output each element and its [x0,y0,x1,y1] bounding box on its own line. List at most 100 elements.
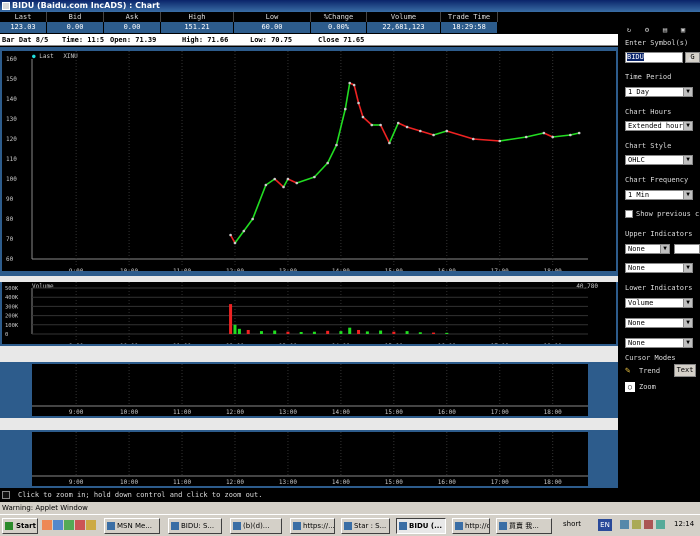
start-button[interactable]: Start [2,518,38,534]
upper-indicators-label: Upper Indicators [625,230,693,238]
price-chart[interactable]: ● Last XINU 60 70 80 90 100 110 120 130 140 150 16… [2,51,616,271]
refresh-icon[interactable]: ↻ [624,26,634,34]
upper-indicator-select-2[interactable]: None ▼ [625,263,693,273]
app-icon [293,522,301,530]
taskbar-item[interactable]: MSN Me... [104,518,160,534]
price-segment [446,130,474,140]
quicklaunch-folder-icon[interactable] [86,520,96,530]
quicklaunch-app-icon[interactable] [75,520,85,530]
lower-chart-1[interactable]: 9:00 10:00 11:00 12:00 13:00 14:00 15:00 16:00 1… [32,364,588,416]
lower1-x-tick-label: 11:00 [173,409,191,416]
window-title-bar[interactable]: BIDU (Baidu.com IncADS) : Chart [0,0,700,12]
upper-indicator-param-input[interactable] [674,244,700,254]
price-x-tick-label: 9:00 [69,268,84,271]
print-icon[interactable]: ▤ [660,26,670,34]
taskbar-item[interactable]: BIDU (... [396,518,446,534]
volume-chart[interactable]: Volume 40,780 500K400K300K200K100K09:001… [2,282,616,344]
chart-style-select[interactable]: OHLC ▼ [625,155,693,165]
price-point [445,129,449,133]
price-point [229,233,232,237]
price-segment [251,184,267,220]
app-icon [171,522,179,530]
time-period-select[interactable]: 1 Day ▼ [625,87,693,97]
lower2-x-tick-label: 9:00 [69,479,84,486]
price-point [313,175,316,179]
lower1-x-tick-label: 9:00 [69,409,84,416]
chart-hours-select[interactable]: Extended hours ▼ [625,121,693,131]
tray-messenger-icon[interactable] [656,520,665,529]
quote-header: Last [0,12,47,22]
volume-bar [237,328,241,334]
upper-indicator-select-1[interactable]: None ▼ [625,244,670,254]
taskbar-item[interactable]: https://... [290,518,335,534]
chart-style-label: Chart Style [625,142,672,150]
lower-chart-2[interactable]: 9:00 10:00 11:00 12:00 13:00 14:00 15:00 16:00 1… [32,432,588,486]
price-x-tick-label: 18:00 [544,268,562,271]
price-x-tick-label: 17:00 [491,268,509,271]
quicklaunch-messenger-icon[interactable] [64,520,74,530]
tray-volume-icon[interactable] [632,520,641,529]
bar-date: Bar Dat 8/5 [2,36,49,44]
price-point [405,125,409,129]
taskbar-item[interactable]: Star : S... [341,518,390,534]
chart-frequency-select[interactable]: 1 Min ▼ [625,190,693,200]
price-segment [397,122,408,128]
taskbar-item[interactable]: BIDU: S... [168,518,222,534]
taskbar-item[interactable]: (b)(d)... [230,518,282,534]
price-point [352,83,356,87]
scroll-up-icon[interactable]: ▲ [688,54,692,62]
tray-clock: 12:14 [674,520,695,528]
lower-indicator-select-1[interactable]: Volume ▼ [625,298,693,308]
taskbar-item-label: (b)(d)... [243,522,270,530]
volume-bar [365,331,369,334]
price-segment [265,178,276,186]
chart-app-window: BIDU (Baidu.com IncADS) : Chart Last 123.… [0,0,700,536]
tray-network-icon[interactable] [620,520,629,529]
start-label: Start [16,522,36,530]
quicklaunch-browser-icon[interactable] [42,520,52,530]
lower-indicator-select-3[interactable]: None ▼ [625,338,693,348]
volume-bar [432,332,436,334]
lower2-x-tick-label: 16:00 [438,479,456,486]
price-point [295,181,299,185]
panel-separator [0,418,618,430]
quote-column: Ask 0.00 [104,12,161,34]
taskbar-item[interactable]: http://c... [452,518,490,534]
panel-separator [0,346,618,362]
volume-bar [357,329,361,334]
price-segment [473,138,500,142]
quote-column: Trade Time 18:29:58 [441,12,498,34]
language-indicator[interactable]: EN [598,519,612,531]
time-period-value: 1 Day [628,88,650,96]
price-point [264,183,268,187]
toolbar-icons: ↻ ⚙ ▤ ▣ [618,12,700,34]
price-point [251,217,254,221]
symbol-label: Enter Symbol(s) [625,39,689,47]
price-segment [526,132,545,138]
show-previous-checkbox[interactable] [625,210,633,218]
price-x-tick-label: 12:00 [226,268,244,271]
lower1-x-tick-label: 14:00 [332,409,350,416]
lower1-x-tick-label: 12:00 [226,409,244,416]
price-point [273,177,276,181]
pencil-icon[interactable]: ✎ [625,366,630,376]
quicklaunch-desktop-icon[interactable] [53,520,63,530]
zoom-icon[interactable]: ○ [625,382,635,392]
tray-security-icon[interactable] [644,520,653,529]
price-point [286,177,290,181]
lower2-x-tick-label: 12:00 [226,479,244,486]
chevron-down-icon: ▼ [683,339,692,347]
lower2-x-tick-label: 10:00 [120,479,138,486]
price-segment [357,102,364,118]
symbol-input[interactable]: BIDU [625,52,683,63]
save-icon[interactable]: ▣ [678,26,688,34]
quote-value: 0.00 [104,22,160,33]
volume-x-tick-label: 13:00 [279,343,297,344]
taskbar-item[interactable]: 買賣 我... [496,518,552,534]
price-point [361,115,365,119]
quote-column: Volume 22,681,123 [367,12,441,34]
settings-icon[interactable]: ⚙ [642,26,652,34]
text-button[interactable]: Text [674,364,696,377]
lower-indicator-select-2[interactable]: None ▼ [625,318,693,328]
volume-x-tick-label: 10:00 [120,343,138,344]
